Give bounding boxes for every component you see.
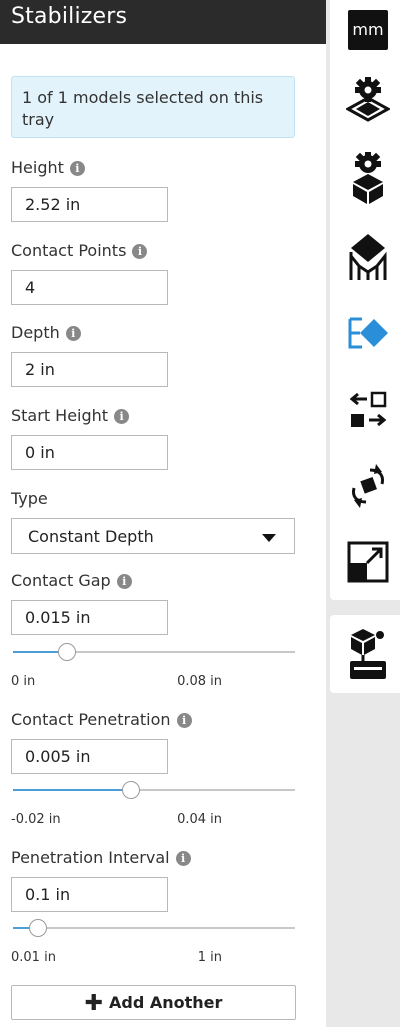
contact-penetration-min: -0.02 in bbox=[11, 812, 61, 827]
depth-input[interactable] bbox=[12, 353, 167, 386]
start-height-label: Start Height bbox=[11, 406, 109, 425]
panel-title: Stabilizers bbox=[11, 4, 128, 29]
info-icon[interactable]: i bbox=[65, 326, 81, 341]
slider-thumb[interactable] bbox=[29, 919, 48, 937]
height-label-row: Height i bbox=[11, 158, 85, 177]
penetration-interval-max: 1 in bbox=[197, 950, 222, 965]
arrange-button[interactable] bbox=[338, 380, 398, 440]
add-another-button[interactable]: ✚ Add Another bbox=[11, 985, 296, 1020]
info-icon[interactable]: i bbox=[114, 409, 130, 424]
panel-header: Stabilizers bbox=[0, 0, 326, 44]
info-icon[interactable]: i bbox=[176, 713, 192, 728]
type-select-value: Constant Depth bbox=[28, 527, 154, 546]
contact-penetration-max: 0.04 in bbox=[177, 812, 222, 827]
stabilizers-button[interactable] bbox=[338, 624, 398, 684]
penetration-interval-label-row: Penetration Interval i bbox=[11, 848, 191, 867]
height-field[interactable] bbox=[11, 187, 168, 222]
start-height-field[interactable] bbox=[11, 435, 168, 470]
contact-penetration-label-row: Contact Penetration i bbox=[11, 710, 192, 729]
tray-settings-button[interactable] bbox=[338, 70, 398, 130]
info-icon[interactable]: i bbox=[116, 574, 132, 589]
contact-gap-label-row: Contact Gap i bbox=[11, 571, 132, 590]
tool-sidebar: mm bbox=[330, 0, 400, 600]
model-gear-icon bbox=[353, 152, 383, 204]
type-label: Type bbox=[11, 489, 48, 508]
label-button[interactable] bbox=[338, 303, 398, 363]
contact-penetration-slider[interactable] bbox=[13, 780, 295, 800]
contact-gap-min: 0 in bbox=[11, 674, 36, 689]
contact-gap-max: 0.08 in bbox=[177, 674, 222, 689]
contact-points-label-row: Contact Points i bbox=[11, 241, 148, 260]
caret-down-icon bbox=[262, 534, 276, 542]
contact-penetration-label: Contact Penetration bbox=[11, 710, 171, 729]
type-select[interactable]: Constant Depth bbox=[11, 518, 295, 554]
contact-points-field[interactable] bbox=[11, 270, 168, 305]
contact-gap-label: Contact Gap bbox=[11, 571, 111, 590]
label-icon bbox=[348, 317, 388, 349]
contact-points-label: Contact Points bbox=[11, 241, 127, 260]
tool-sidebar-secondary bbox=[330, 615, 400, 693]
slider-track bbox=[13, 927, 295, 929]
contact-points-input[interactable] bbox=[12, 271, 167, 304]
depth-field[interactable] bbox=[11, 352, 168, 387]
tray-gear-icon bbox=[346, 77, 390, 122]
slider-thumb[interactable] bbox=[57, 643, 76, 661]
supports-icon bbox=[349, 234, 387, 280]
add-another-label: Add Another bbox=[109, 993, 223, 1012]
info-icon[interactable]: i bbox=[132, 244, 148, 259]
stabilizers-panel: Stabilizers 1 of 1 models selected on th… bbox=[0, 0, 326, 1027]
start-height-label-row: Start Height i bbox=[11, 406, 130, 425]
contact-gap-field[interactable] bbox=[11, 600, 168, 635]
supports-button[interactable] bbox=[338, 227, 398, 287]
contact-penetration-input[interactable] bbox=[12, 740, 167, 773]
slider-fill bbox=[13, 789, 132, 791]
info-icon[interactable]: i bbox=[69, 161, 85, 176]
units-toggle-button[interactable]: mm bbox=[338, 0, 398, 60]
scale-icon bbox=[347, 541, 389, 583]
penetration-interval-min: 0.01 in bbox=[11, 950, 56, 965]
depth-label: Depth bbox=[11, 323, 60, 342]
height-label: Height bbox=[11, 158, 64, 177]
penetration-interval-input[interactable] bbox=[12, 878, 167, 911]
depth-label-row: Depth i bbox=[11, 323, 81, 342]
stabilizers-icon bbox=[350, 629, 386, 679]
scale-button[interactable] bbox=[338, 532, 398, 592]
slider-thumb[interactable] bbox=[122, 781, 141, 799]
model-settings-button[interactable] bbox=[338, 148, 398, 208]
plus-icon: ✚ bbox=[84, 991, 104, 1016]
rotate-icon bbox=[352, 464, 384, 508]
arrange-icon bbox=[349, 391, 387, 427]
rotate-button[interactable] bbox=[338, 456, 398, 516]
info-icon[interactable]: i bbox=[175, 851, 191, 866]
penetration-interval-field[interactable] bbox=[11, 877, 168, 912]
contact-gap-slider[interactable] bbox=[13, 642, 295, 662]
contact-gap-input[interactable] bbox=[12, 601, 167, 634]
penetration-interval-slider[interactable] bbox=[13, 918, 295, 938]
height-input[interactable] bbox=[12, 188, 167, 221]
units-label: mm bbox=[348, 10, 388, 50]
penetration-interval-label: Penetration Interval bbox=[11, 848, 170, 867]
start-height-input[interactable] bbox=[12, 436, 167, 469]
contact-penetration-field[interactable] bbox=[11, 739, 168, 774]
selection-notice: 1 of 1 models selected on this tray bbox=[11, 76, 295, 138]
